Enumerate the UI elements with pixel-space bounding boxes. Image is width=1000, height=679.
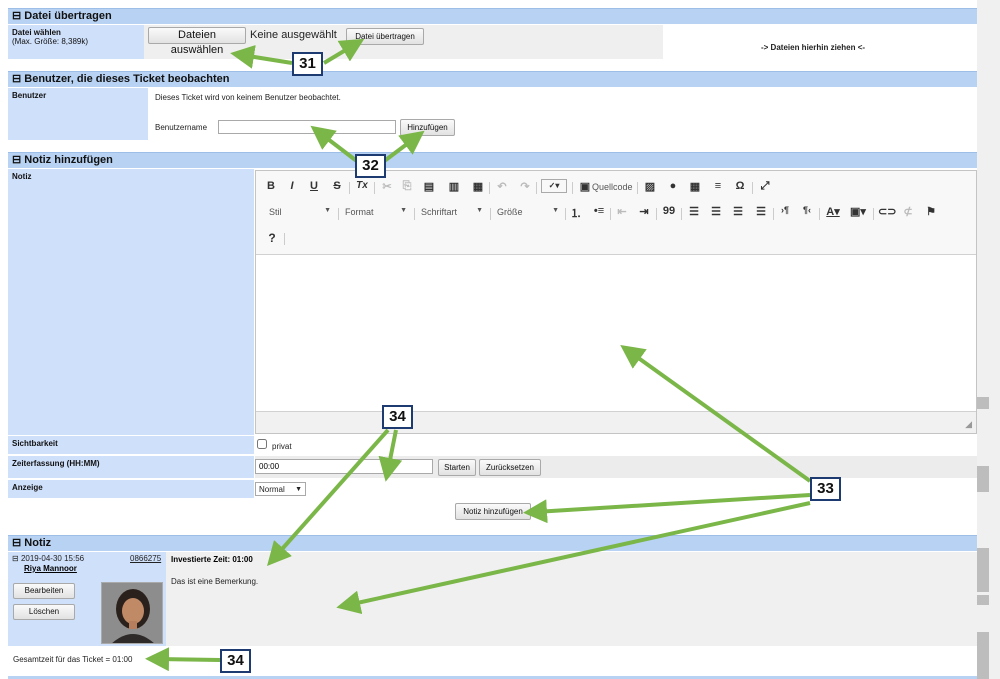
scrollbar-marker: [977, 595, 989, 605]
arrow-34-to-total: [145, 647, 221, 672]
scrollbar-marker: [977, 466, 989, 492]
annotation-badge-34: 34: [382, 405, 413, 429]
arrow-32-to-username: [310, 125, 360, 164]
annotation-badge-32: 32: [355, 154, 386, 178]
annotation-badge-31: 31: [292, 52, 323, 76]
arrow-33-to-note: [336, 501, 811, 615]
annotation-badge-33: 33: [810, 477, 841, 501]
arrow-33-to-editor: [620, 345, 812, 483]
arrow-34-to-invested: [267, 428, 390, 566]
scrollbar-marker: [977, 397, 989, 409]
arrow-33-to-submit: [523, 493, 811, 524]
annotation-badge-34-bottom: 34: [220, 649, 251, 673]
arrow-32-to-add: [381, 130, 425, 164]
arrow-34-to-time: [378, 429, 403, 482]
page-scrollbar[interactable]: [977, 0, 1000, 679]
annotation-arrows: [145, 38, 812, 672]
scrollbar-thumb[interactable]: [977, 632, 989, 679]
arrow-31-to-transfer: [322, 38, 365, 65]
scrollbar-marker: [977, 548, 989, 592]
arrow-31-to-choose: [230, 45, 293, 69]
